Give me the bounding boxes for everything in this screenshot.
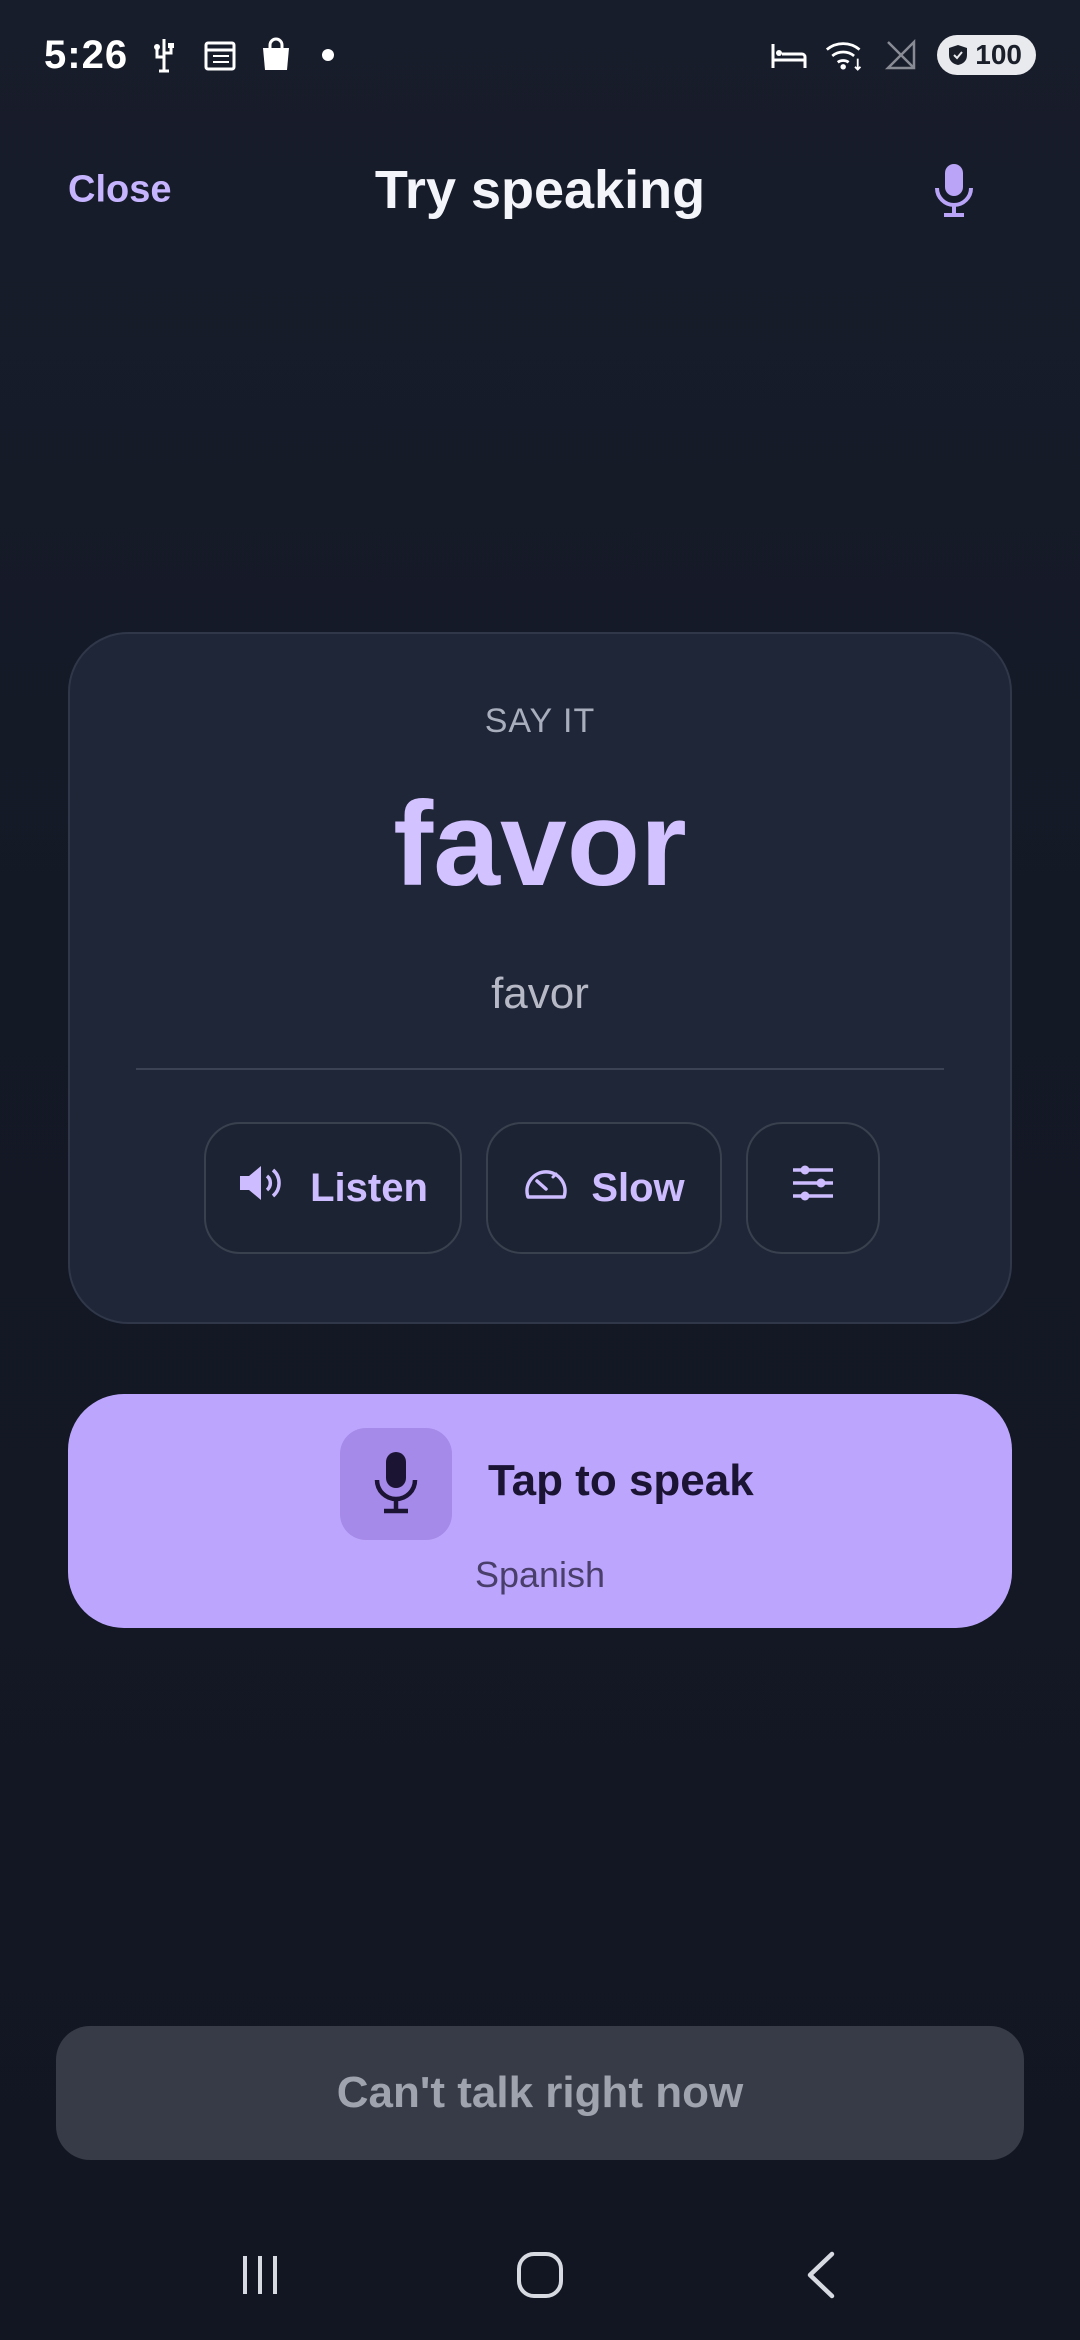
slow-label: Slow bbox=[591, 1165, 685, 1210]
microphone-icon[interactable] bbox=[924, 160, 984, 220]
header: Close Try speaking bbox=[0, 140, 1080, 240]
shopping-bag-icon bbox=[256, 35, 296, 75]
status-bar: 5:26 100 bbox=[0, 0, 1080, 110]
close-button[interactable]: Close bbox=[68, 169, 171, 212]
speak-mic-box bbox=[340, 1428, 452, 1540]
screen: 5:26 100 Close Try speaking SAY IT favor… bbox=[0, 0, 1080, 2340]
translation-text: favor bbox=[491, 969, 589, 1018]
listen-button[interactable]: Listen bbox=[204, 1122, 462, 1254]
slow-button[interactable]: Slow bbox=[486, 1122, 722, 1254]
sleep-mode-icon bbox=[769, 35, 809, 75]
status-left: 5:26 bbox=[44, 32, 335, 78]
notification-dot-icon bbox=[322, 49, 335, 61]
calendar-icon bbox=[200, 35, 240, 75]
speak-label: Tap to speak bbox=[488, 1456, 754, 1505]
prompt-label: SAY IT bbox=[484, 702, 596, 740]
usb-icon bbox=[144, 35, 184, 75]
battery-indicator: 100 bbox=[937, 35, 1036, 75]
listen-label: Listen bbox=[310, 1165, 428, 1210]
playback-controls: Listen Slow bbox=[204, 1122, 880, 1254]
target-word: favor bbox=[393, 777, 687, 911]
speaker-icon bbox=[238, 1163, 288, 1213]
recent-apps-icon[interactable] bbox=[215, 2230, 305, 2320]
no-signal-icon bbox=[881, 35, 921, 75]
wifi-icon bbox=[825, 35, 865, 75]
sliders-icon bbox=[791, 1163, 835, 1213]
system-nav-bar bbox=[0, 2220, 1080, 2330]
settings-button[interactable] bbox=[746, 1122, 880, 1254]
home-icon[interactable] bbox=[495, 2230, 585, 2320]
page-title: Try speaking bbox=[374, 160, 706, 220]
status-time: 5:26 bbox=[44, 32, 129, 77]
divider bbox=[136, 1068, 944, 1070]
back-icon[interactable] bbox=[775, 2230, 865, 2320]
tap-to-speak-button[interactable]: Tap to speak Spanish bbox=[68, 1394, 1012, 1628]
microphone-icon bbox=[372, 1450, 420, 1519]
battery-level: 100 bbox=[975, 39, 1022, 70]
speak-language: Spanish bbox=[474, 1554, 606, 1595]
cant-talk-button[interactable]: Can't talk right now bbox=[56, 2026, 1024, 2160]
shield-icon bbox=[949, 45, 968, 65]
word-card: SAY IT favor favor Listen Slow bbox=[68, 632, 1012, 1324]
status-right: 100 bbox=[769, 35, 1036, 75]
speedometer-icon bbox=[523, 1163, 569, 1213]
